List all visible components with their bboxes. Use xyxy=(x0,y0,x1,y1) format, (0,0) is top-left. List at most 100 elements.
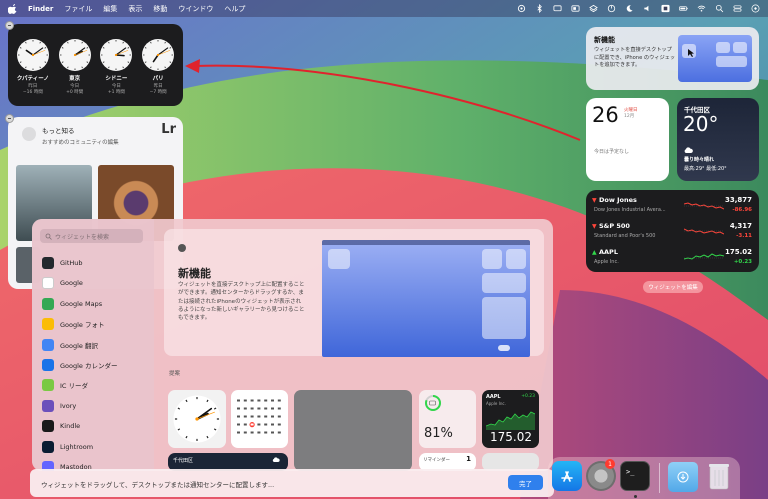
stock-row[interactable]: ▲ AAPL Apple Inc. 175.02 +0.23 xyxy=(592,247,754,271)
input-method-icon[interactable] xyxy=(661,4,670,13)
cursor-icon xyxy=(688,49,694,57)
widget-search-input[interactable]: ウィジェットを検索 xyxy=(40,229,143,243)
battery-status-icon[interactable] xyxy=(607,4,616,13)
gallery-app-item[interactable]: IC リーダ xyxy=(42,377,88,393)
remove-lightroom-widget-button[interactable] xyxy=(5,114,14,123)
battery-widget-preview[interactable]: 81% xyxy=(419,390,476,448)
stock-change: +0.23 xyxy=(733,259,752,265)
gallery-app-label: Google Maps xyxy=(60,299,103,308)
gallery-app-label: GitHub xyxy=(60,259,83,267)
stock-value: 175.02 xyxy=(724,248,752,256)
github-icon xyxy=(42,257,54,269)
menu-window[interactable]: ウインドウ xyxy=(178,4,213,14)
control-center-icon[interactable] xyxy=(733,4,742,13)
gallery-app-item[interactable]: Lightroom xyxy=(42,439,93,455)
remove-clock-widget-button[interactable] xyxy=(5,21,14,30)
stock-row[interactable]: ▼ S&P 500 Standard and Poor's 500 4,317 … xyxy=(592,221,754,245)
battery-icon[interactable] xyxy=(679,4,688,13)
siri-icon[interactable] xyxy=(751,4,760,13)
stock-widget-preview[interactable]: AAPL +0.23 Apple Inc. 175.02 xyxy=(482,390,539,448)
up-arrow-icon: ▲ xyxy=(592,249,597,256)
screen-mirroring-icon[interactable] xyxy=(553,4,562,13)
gallery-app-item[interactable]: Google xyxy=(42,275,83,291)
stock-change: +0.23 xyxy=(521,394,535,399)
gallery-app-item[interactable]: Google フォト xyxy=(42,316,105,332)
gallery-app-item[interactable]: Google 翻訳 xyxy=(42,337,98,353)
close-hero-button[interactable] xyxy=(178,244,186,252)
calendar-note: 今日は予定なし xyxy=(594,149,630,155)
banner-text: ウィジェットをドラッグして、デスクトップまたは通知センターに配置します... xyxy=(41,481,275,489)
hero-desktop-preview xyxy=(322,240,530,357)
apple-menu-icon[interactable] xyxy=(8,3,18,14)
menu-help[interactable]: ヘルプ xyxy=(224,4,245,14)
photos-icon xyxy=(42,318,54,331)
menu-view[interactable]: 表示 xyxy=(128,4,142,14)
clock-offset: +0 時間 xyxy=(66,90,84,95)
widget-gallery: ウィジェットを検索 GitHub Google Google Maps Google … xyxy=(32,219,553,471)
app-store-icon[interactable] xyxy=(552,461,582,491)
cloud-icon xyxy=(684,147,693,153)
gallery-app-label: Kindle xyxy=(60,422,81,431)
stack-icon[interactable] xyxy=(589,4,598,13)
ivory-icon xyxy=(42,399,54,412)
stock-change: -86.96 xyxy=(732,207,752,213)
new-features-preview xyxy=(678,35,752,82)
trash-icon[interactable] xyxy=(704,461,734,491)
new-features-widget[interactable]: 新機能 ウィジェットを直接デスクトップに配置でき、iPhone のウィジェットを… xyxy=(586,27,759,90)
edit-widgets-button[interactable]: ウィジェットを編集 xyxy=(643,281,703,293)
menu-edit[interactable]: 編集 xyxy=(103,4,117,14)
stock-name: Apple Inc. xyxy=(594,259,619,265)
stock-sparkline xyxy=(684,228,724,235)
done-button[interactable]: 完了 xyxy=(508,475,543,490)
down-arrow-icon: ▼ xyxy=(592,197,597,204)
stock-symbol: AAPL xyxy=(599,248,618,256)
stock-change: -3.11 xyxy=(736,233,752,239)
gallery-app-item[interactable]: Kindle xyxy=(42,418,80,434)
hero-title: 新機能 xyxy=(178,267,211,280)
stocks-widget[interactable]: ▼ Dow Jones Dow Jones Industrial Avera..… xyxy=(586,190,759,272)
suggestions-label: 提案 xyxy=(169,371,181,377)
calendar-widget-preview[interactable] xyxy=(231,390,288,448)
search-icon xyxy=(45,233,52,240)
stock-row[interactable]: ▼ Dow Jones Dow Jones Industrial Avera..… xyxy=(592,195,754,219)
calendar-month: 12月 xyxy=(624,114,635,119)
gallery-app-item[interactable]: Ivory xyxy=(42,398,76,414)
gallery-app-label: IC リーダ xyxy=(60,382,89,391)
bluetooth-icon[interactable] xyxy=(535,4,544,13)
wifi-icon[interactable] xyxy=(697,4,706,13)
analog-clock-icon xyxy=(58,39,91,71)
spotlight-search-icon[interactable] xyxy=(715,4,724,13)
clock-sydney: シドニー 今日 +1 時間 xyxy=(97,38,135,95)
gallery-app-item[interactable]: GitHub xyxy=(42,255,83,271)
volume-icon[interactable] xyxy=(643,4,652,13)
dock: 1 >_ xyxy=(548,457,740,499)
focus-moon-icon[interactable] xyxy=(625,4,634,13)
reminders-count: 1 xyxy=(466,455,471,463)
clock-widget-preview[interactable] xyxy=(168,390,226,448)
clock-offset: −16 時間 xyxy=(22,90,43,95)
clock-cupertino: クパティーノ 昨日 −16 時間 xyxy=(14,38,52,95)
terminal-icon[interactable]: >_ xyxy=(620,461,650,491)
search-placeholder: ウィジェットを検索 xyxy=(55,233,110,241)
menu-go[interactable]: 移動 xyxy=(153,4,167,14)
cloud-icon xyxy=(272,457,280,462)
calendar-widget[interactable]: 26 火曜日 12月 今日は予定なし xyxy=(586,98,669,181)
app-menu-finder[interactable]: Finder xyxy=(28,5,53,13)
ic-reader-icon xyxy=(42,379,54,392)
airdrop-icon[interactable] xyxy=(517,4,526,13)
gallery-main: 新機能 ウィジェットを直接デスクトップ上に配置することができます。通知センターか… xyxy=(154,219,553,471)
display-icon[interactable] xyxy=(571,4,580,13)
stock-sparkline xyxy=(684,202,724,210)
menu-file[interactable]: ファイル xyxy=(64,4,92,14)
gallery-app-item[interactable]: Google カレンダー xyxy=(42,357,118,373)
stock-symbol: Dow Jones xyxy=(599,196,637,204)
weather-widget[interactable]: 千代田区 20° 曇り時々晴れ 最高:29° 最低:20° xyxy=(677,98,759,181)
photo-widget-preview[interactable] xyxy=(294,390,412,471)
clock-city: 東京 xyxy=(69,76,81,82)
stock-symbol: S&P 500 xyxy=(599,222,630,230)
battery-ring-icon xyxy=(425,395,441,411)
lightroom-logo: Lr xyxy=(161,122,176,137)
gallery-app-item[interactable]: Google Maps xyxy=(42,296,102,312)
downloads-folder-icon[interactable] xyxy=(668,462,698,492)
world-clock-widget[interactable]: クパティーノ 昨日 −16 時間 東京 今日 +0 時間 シドニー 今日 +1 … xyxy=(8,24,183,106)
